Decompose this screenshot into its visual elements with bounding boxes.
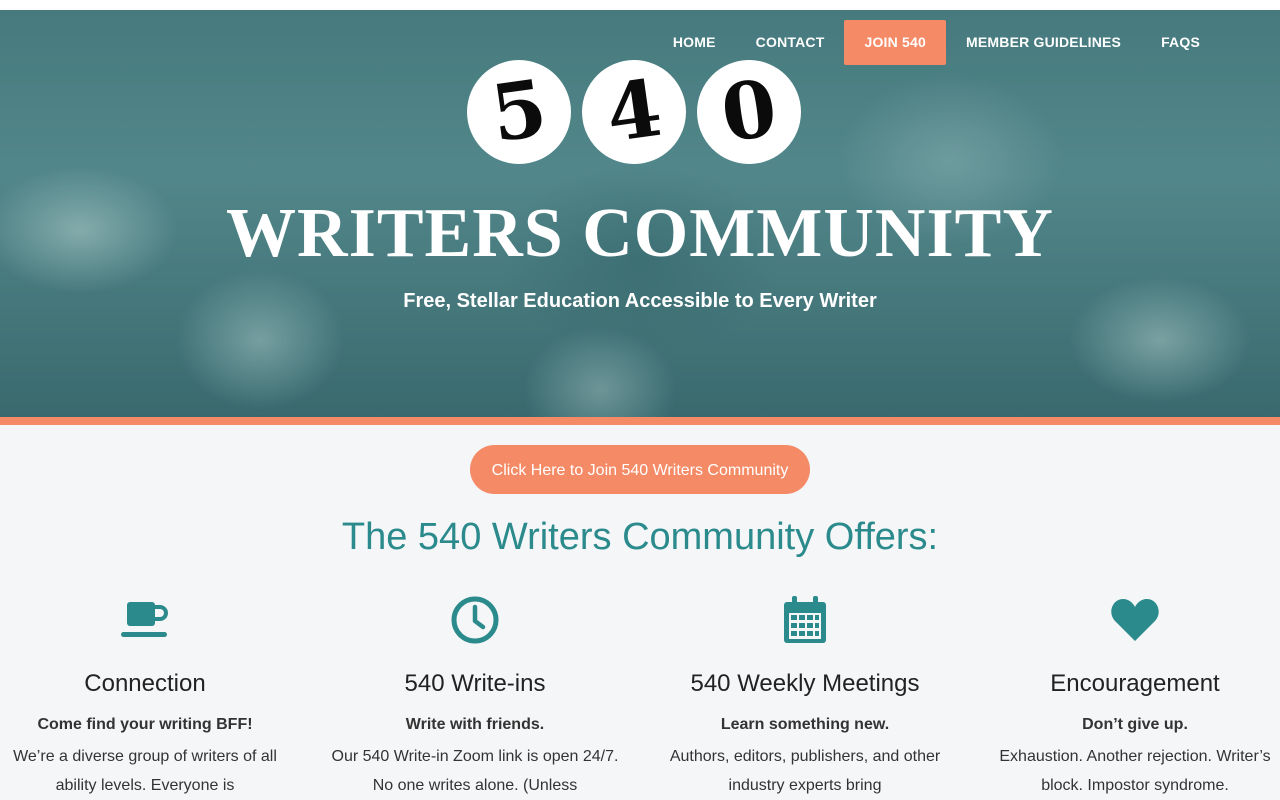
feature-lead: Don’t give up. [1082,716,1188,733]
calendar-icon [655,592,955,648]
hero-subtitle: Free, Stellar Education Accessible to Ev… [403,290,877,312]
nav-contact[interactable]: CONTACT [736,20,845,65]
coffee-cup-icon [0,592,295,648]
logo-digit: 5 [485,62,553,161]
feature-body: Authors, editors, publishers, and other … [669,748,941,794]
feature-title: 540 Write-ins [404,670,546,697]
hero-title: WRITERS COMMUNITY [226,195,1054,272]
feature-body: Exhaustion. Another rejection. Writer’s … [999,748,1271,794]
feature-weekly-meetings: 540 Weekly Meetings Learn something new.… [655,592,955,800]
logo-circle: 0 [697,60,801,164]
feature-write-ins: 540 Write-ins Write with friends. Our 54… [325,592,625,800]
feature-lead: Write with friends. [405,716,545,733]
nav-member-guidelines[interactable]: MEMBER GUIDELINES [946,20,1141,65]
offers-title: The 540 Writers Community Offers: [341,516,939,558]
feature-encouragement: Encouragement Don’t give up. Exhaustion.… [985,592,1280,800]
feature-title: Connection [84,670,206,697]
feature-title: 540 Weekly Meetings [690,670,920,697]
heart-icon [985,592,1280,648]
hero-divider [0,417,1280,425]
feature-lead: Come find your writing BFF! [37,716,253,733]
logo-circle: 4 [582,60,686,164]
feature-connection: Connection Come find your writing BFF! W… [0,592,295,800]
feature-title: Encouragement [1050,670,1220,697]
feature-body: We’re a diverse group of writers of all … [13,748,277,794]
join-cta-button[interactable]: Click Here to Join 540 Writers Community [470,445,810,494]
nav-faqs[interactable]: FAQS [1141,20,1220,65]
clock-icon [325,592,625,648]
site-logo: 5 4 0 [467,60,801,164]
feature-lead: Learn something new. [720,716,890,733]
nav-join[interactable]: JOIN 540 [844,20,946,65]
logo-digit: 0 [715,62,783,161]
nav-home[interactable]: HOME [653,20,736,65]
feature-body: Our 540 Write-in Zoom link is open 24/7.… [331,748,619,794]
top-strip [0,0,1280,10]
logo-digit: 4 [600,62,668,161]
main-nav: HOME CONTACT JOIN 540 MEMBER GUIDELINES … [653,20,1220,65]
logo-circle: 5 [467,60,571,164]
